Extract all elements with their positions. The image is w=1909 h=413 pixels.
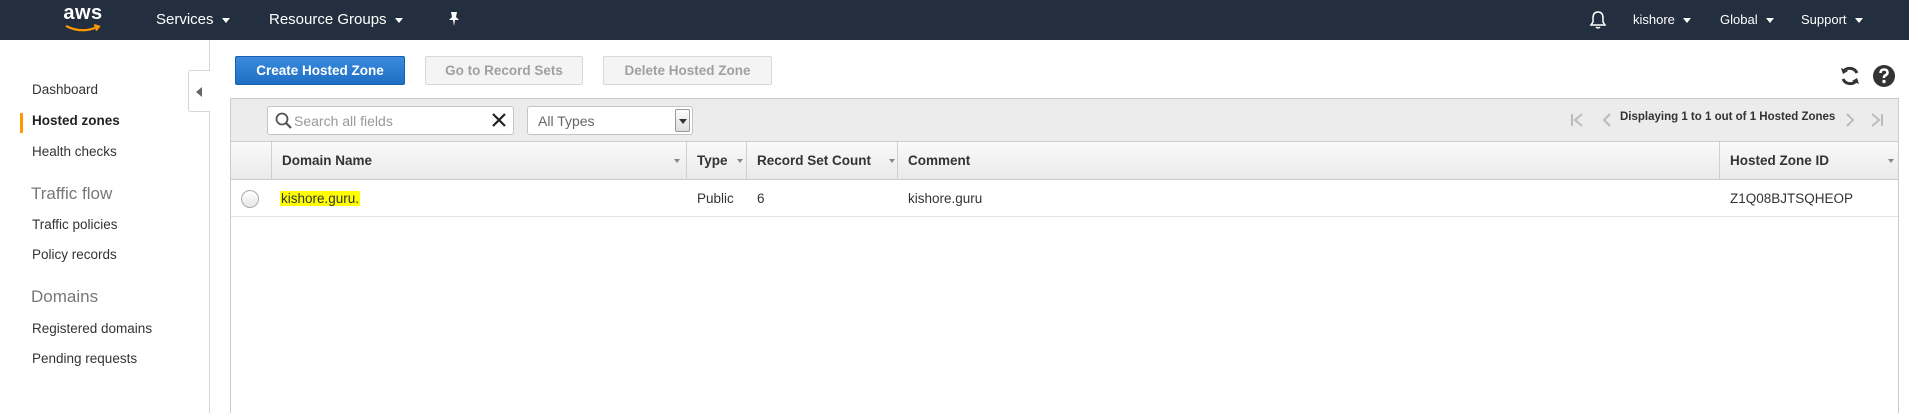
aws-smile-icon [65, 24, 101, 32]
sidebar-item-health-checks[interactable]: Health checks [32, 144, 117, 159]
pagination-status: Displaying 1 to 1 out of 1 Hosted Zones [1620, 111, 1836, 123]
type-cell: Public [697, 191, 734, 206]
comment-cell: kishore.guru [908, 191, 983, 206]
sidebar-item-registered-domains[interactable]: Registered domains [32, 321, 152, 336]
row-select-radio[interactable] [241, 190, 259, 208]
column-label: Record Set Count [757, 153, 872, 168]
dropdown-arrow-icon [675, 109, 690, 132]
chevron-down-icon [394, 17, 403, 23]
column-label: Type [697, 153, 728, 168]
sort-icon [674, 159, 680, 163]
record-set-count-cell: 6 [757, 191, 765, 206]
sidebar: Dashboard Hosted zones Health checks Tra… [0, 40, 210, 413]
chevron-down-icon [221, 17, 230, 23]
chevron-down-icon [1765, 18, 1774, 24]
chevron-left-icon [196, 87, 202, 97]
next-page-icon[interactable] [1842, 111, 1858, 129]
type-filter-select[interactable]: All Types [527, 106, 693, 135]
resource-groups-label: Resource Groups [269, 11, 387, 28]
create-hosted-zone-button[interactable]: Create Hosted Zone [235, 56, 405, 85]
sidebar-item-pending-requests[interactable]: Pending requests [32, 351, 137, 366]
chevron-down-icon [1854, 18, 1863, 24]
delete-hosted-zone-button[interactable]: Delete Hosted Zone [603, 56, 772, 85]
region-label: Global [1720, 12, 1758, 27]
hosted-zones-panel: All Types Displaying 1 to 1 out of 1 Hos… [230, 98, 1899, 413]
sidebar-item-dashboard[interactable]: Dashboard [32, 82, 98, 97]
column-header-hosted-zone-id[interactable]: Hosted Zone ID [1719, 142, 1900, 180]
services-label: Services [156, 11, 214, 28]
sort-icon [737, 159, 743, 163]
domains-heading: Domains [31, 287, 99, 306]
help-icon[interactable] [1872, 64, 1896, 88]
column-header-comment[interactable]: Comment [897, 142, 1719, 180]
filter-bar: All Types Displaying 1 to 1 out of 1 Hos… [231, 99, 1898, 142]
traffic-flow-heading: Traffic flow [31, 184, 113, 203]
user-menu[interactable]: kishore [1633, 0, 1691, 40]
active-item-marker [20, 113, 23, 133]
resource-groups-menu[interactable]: Resource Groups [269, 0, 403, 40]
table-row[interactable]: kishore.guru. Public 6 kishore.guru Z1Q0… [231, 181, 1898, 217]
pin-icon[interactable] [446, 10, 462, 30]
sidebar-item-policy-records[interactable]: Policy records [32, 247, 117, 262]
column-header-domain-name[interactable]: Domain Name [271, 142, 686, 180]
column-label: Hosted Zone ID [1730, 153, 1830, 168]
aws-logo[interactable]: aws [60, 2, 106, 36]
support-menu[interactable]: Support [1801, 0, 1863, 40]
support-label: Support [1801, 12, 1847, 27]
bell-icon[interactable] [1589, 10, 1607, 30]
go-to-record-sets-button[interactable]: Go to Record Sets [425, 56, 583, 85]
table-header: Domain Name Type Record Set Count Commen… [231, 142, 1898, 180]
column-header-record-set-count[interactable]: Record Set Count [746, 142, 897, 180]
sort-icon [889, 159, 895, 163]
region-menu[interactable]: Global [1720, 0, 1774, 40]
hosted-zone-id-cell: Z1Q08BJTSQHEOP [1730, 191, 1854, 206]
sidebar-collapse-button[interactable] [188, 70, 210, 112]
sidebar-item-hosted-zones[interactable]: Hosted zones [32, 113, 120, 128]
services-menu[interactable]: Services [156, 0, 230, 40]
sidebar-item-traffic-policies[interactable]: Traffic policies [32, 217, 118, 232]
refresh-icon[interactable] [1838, 64, 1862, 88]
sort-icon [1888, 159, 1894, 163]
domain-name-cell[interactable]: kishore.guru. [280, 181, 361, 217]
user-label: kishore [1633, 12, 1675, 27]
type-filter-value: All Types [538, 113, 595, 129]
column-label: Domain Name [282, 153, 373, 168]
column-label: Comment [908, 153, 971, 168]
column-header-type[interactable]: Type [686, 142, 746, 180]
search-icon [275, 112, 292, 129]
last-page-icon[interactable] [1869, 111, 1885, 129]
top-navigation-bar: aws Services Resource Groups kishore Glo… [0, 0, 1909, 40]
close-icon[interactable] [489, 110, 509, 130]
first-page-icon[interactable] [1569, 111, 1585, 129]
previous-page-icon[interactable] [1599, 111, 1615, 129]
search-input[interactable] [294, 111, 484, 131]
chevron-down-icon [1682, 18, 1691, 24]
domain-name-link[interactable]: kishore.guru. [280, 191, 361, 206]
search-box[interactable] [267, 106, 514, 135]
aws-logo-text: aws [63, 2, 103, 24]
